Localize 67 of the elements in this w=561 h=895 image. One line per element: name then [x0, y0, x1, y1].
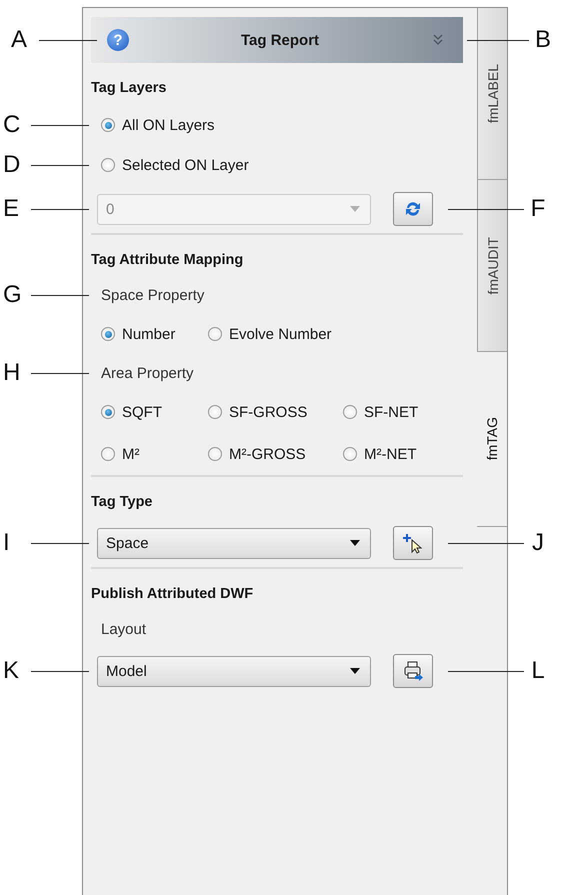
field-label: Area Property — [101, 364, 194, 382]
callout-letter: H — [2, 359, 22, 387]
callout-letter: L — [530, 657, 546, 685]
leader-line — [31, 164, 89, 166]
radio-option[interactable]: SF-GROSS — [208, 391, 343, 433]
tool-button[interactable] — [393, 654, 433, 688]
field-label: Layout — [101, 620, 146, 638]
radio-option[interactable]: Number — [101, 313, 208, 355]
section-heading: Publish Attributed DWF — [91, 585, 254, 604]
radio-option[interactable]: SQFT — [101, 391, 208, 433]
callout-letter: F — [530, 195, 546, 223]
leader-line — [31, 670, 89, 672]
callout-letter: E — [2, 195, 20, 223]
leader-line — [31, 124, 89, 126]
callout-letter: G — [2, 281, 23, 309]
radio-button[interactable] — [101, 118, 115, 132]
radio-button[interactable] — [208, 405, 222, 419]
radio-option[interactable]: All ON Layers — [101, 116, 215, 134]
plus-cursor-icon — [402, 532, 424, 554]
leader-line — [31, 372, 89, 374]
collapse-icon[interactable] — [431, 33, 445, 47]
leader-line — [31, 208, 89, 210]
callout-letter: J — [531, 529, 545, 557]
panel-title: Tag Report — [240, 32, 320, 48]
radio-button[interactable] — [343, 447, 357, 461]
caret-icon — [350, 206, 360, 212]
radio-button[interactable] — [101, 158, 115, 172]
radio-label: M²-GROSS — [229, 446, 306, 462]
radio-label: Evolve Number — [229, 326, 332, 342]
callout-letter: I — [2, 529, 11, 557]
side-tab[interactable]: fmAUDIT — [477, 180, 507, 352]
dropdown[interactable]: Model — [97, 656, 371, 686]
field-label: Space Property — [101, 286, 204, 304]
radio-button[interactable] — [343, 405, 357, 419]
leader-line — [31, 294, 89, 296]
printer-icon — [402, 660, 424, 682]
radio-button[interactable] — [101, 327, 115, 341]
radio-button[interactable] — [101, 447, 115, 461]
section-heading: Tag Type — [91, 493, 154, 512]
section-heading: Tag Attribute Mapping — [91, 251, 244, 270]
radio-label: All ON Layers — [122, 116, 215, 134]
radio-option[interactable]: Evolve Number — [208, 313, 343, 355]
radio-option[interactable]: M²-GROSS — [208, 433, 343, 475]
radio-label: M² — [122, 446, 140, 462]
radio-option[interactable]: M² — [101, 433, 208, 475]
radio-option[interactable]: M²-NET — [343, 433, 463, 475]
callout-letter: D — [2, 151, 22, 179]
radio-label: SQFT — [122, 404, 162, 420]
radio-label: M²-NET — [364, 446, 416, 462]
caret-icon — [350, 540, 360, 546]
leader-line — [31, 542, 89, 544]
callout-letter: K — [2, 657, 20, 685]
callout-letter: C — [2, 111, 22, 139]
radio-label: Number — [122, 326, 176, 342]
side-tab[interactable]: fmLABEL — [477, 8, 507, 180]
radio-button[interactable] — [208, 447, 222, 461]
radio-label: SF-NET — [364, 404, 418, 420]
radio-option[interactable]: SF-NET — [343, 391, 463, 433]
callout-letter: A — [10, 26, 28, 54]
caret-icon — [350, 668, 360, 674]
tool-button[interactable] — [393, 526, 433, 560]
radio-label: SF-GROSS — [229, 404, 308, 420]
section-heading: Tag Layers — [91, 79, 168, 98]
callout-letter: B — [534, 26, 552, 54]
dropdown[interactable]: Space — [97, 528, 371, 558]
radio-button[interactable] — [101, 405, 115, 419]
radio-button[interactable] — [208, 327, 222, 341]
